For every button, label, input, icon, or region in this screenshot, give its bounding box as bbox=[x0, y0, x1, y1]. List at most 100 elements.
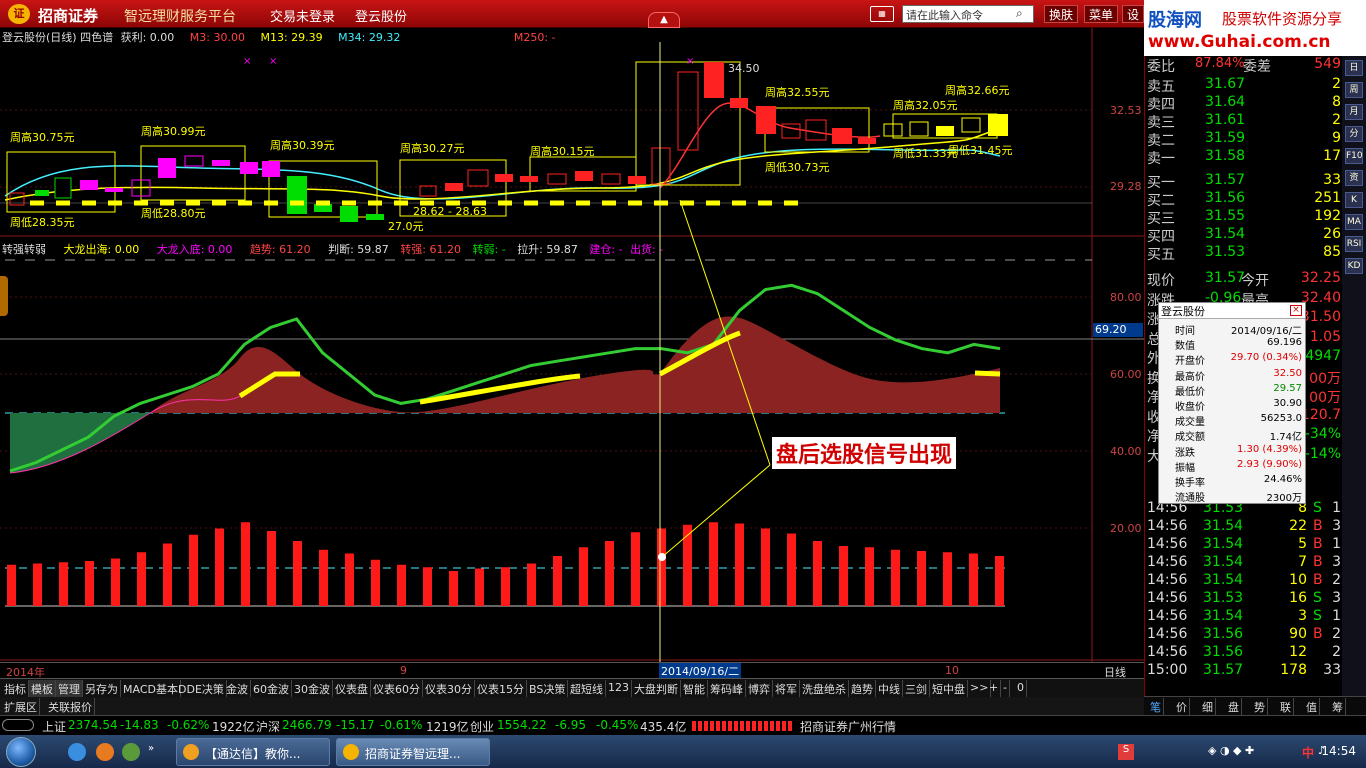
tab-indicator[interactable]: 中线 bbox=[876, 680, 903, 697]
tab-indicator[interactable]: + bbox=[987, 680, 1002, 697]
tab-indicator[interactable]: 三剑 bbox=[903, 680, 930, 697]
tab-related[interactable]: 关联报价 bbox=[46, 698, 95, 715]
tab-indicator[interactable]: DDE决策 bbox=[176, 680, 227, 697]
tab-indicator[interactable]: 仪表30分 bbox=[423, 680, 475, 697]
left-drawer-handle[interactable] bbox=[0, 276, 8, 316]
kline-chart-area[interactable]: 登云股份(日线) 四色谱 获利: 0.00 M3: 30.00 M13: 29.… bbox=[0, 28, 1144, 679]
tick-volume: 90 bbox=[1289, 626, 1307, 642]
tab-indicator[interactable]: 仪表60分 bbox=[371, 680, 423, 697]
volume-bar bbox=[787, 533, 796, 606]
taskbar-app-active[interactable]: 招商证券智远理... bbox=[336, 738, 490, 766]
date-label: 10 bbox=[945, 664, 959, 677]
tab-quote[interactable]: 势 bbox=[1252, 698, 1268, 715]
tab-quote[interactable]: 联 bbox=[1278, 698, 1294, 715]
ime-icon[interactable]: 中 bbox=[1302, 744, 1314, 761]
collapse-toggle-icon[interactable]: ▲ bbox=[648, 12, 680, 28]
osc-red-area bbox=[150, 316, 1000, 413]
start-button[interactable] bbox=[6, 737, 36, 767]
tab-indicator[interactable]: 60金波 bbox=[251, 680, 292, 697]
settings-button[interactable]: 设 bbox=[1122, 5, 1145, 23]
tab-indicator[interactable]: 仪表盘 bbox=[333, 680, 371, 697]
tab-indicator[interactable]: 洗盘绝杀 bbox=[800, 680, 849, 697]
side-tool-icon[interactable]: 月 bbox=[1345, 104, 1363, 120]
app-icon[interactable] bbox=[122, 743, 140, 761]
tab-indicator[interactable]: 趋势 bbox=[849, 680, 876, 697]
side-tool-icon[interactable]: RSI bbox=[1345, 236, 1363, 252]
volume-bar bbox=[761, 528, 770, 606]
popup-label: 成交量 bbox=[1175, 417, 1205, 429]
tab-quote[interactable]: 盘 bbox=[1226, 698, 1242, 715]
week-label: 周高32.05元 bbox=[893, 99, 958, 112]
tab-indicator[interactable]: 将军 bbox=[773, 680, 800, 697]
side-tool-icon[interactable]: MA bbox=[1345, 214, 1363, 230]
tab-indicator[interactable]: 30金波 bbox=[292, 680, 333, 697]
tab-indicator[interactable]: 模板 bbox=[29, 680, 56, 697]
keyboard-icon[interactable]: ▦ bbox=[870, 6, 894, 22]
chevron-icon[interactable]: » bbox=[148, 743, 154, 754]
tab-indicator[interactable]: 金波 bbox=[224, 680, 251, 697]
stock-name-link[interactable]: 登云股份 bbox=[355, 6, 407, 25]
side-tool-icon[interactable]: F10 bbox=[1345, 148, 1363, 164]
data-popup[interactable]: 登云股份 × 时间 2014/09/16/二 数值 69.196 开盘价 29.70 (0… bbox=[1158, 302, 1306, 504]
tab-indicator[interactable]: 管理 bbox=[56, 680, 83, 697]
tab-indicator[interactable]: 短中盘 bbox=[930, 680, 968, 697]
firefox-icon[interactable] bbox=[96, 743, 114, 761]
banner-slogan: 股票软件资源分享 bbox=[1222, 10, 1343, 28]
order-label: 卖五 bbox=[1147, 79, 1175, 95]
stat-label: 现价 bbox=[1147, 273, 1175, 289]
side-tool-icon[interactable]: 日 bbox=[1345, 60, 1363, 76]
trade-login-link[interactable]: 交易未登录 bbox=[270, 6, 335, 25]
tab-indicator[interactable]: 智能 bbox=[681, 680, 708, 697]
tab-indicator[interactable]: 筹码峰 bbox=[708, 680, 746, 697]
tab-indicator[interactable]: 仪表15分 bbox=[475, 680, 527, 697]
side-tool-icon[interactable]: K bbox=[1345, 192, 1363, 208]
tick-row: 15:00 31.57 178 33 bbox=[1145, 662, 1343, 680]
tab-indicator[interactable]: 123 bbox=[606, 680, 632, 697]
tick-count: 2 bbox=[1332, 626, 1341, 642]
stat-value2: 32.40 bbox=[1300, 289, 1341, 306]
tab-quote[interactable]: 价 bbox=[1174, 698, 1190, 715]
popup-row: 成交额 1.74亿 bbox=[1159, 428, 1305, 443]
tab-quote[interactable]: 笔 bbox=[1148, 698, 1164, 715]
order-volume: 192 bbox=[1314, 208, 1341, 224]
skin-button[interactable]: 换肤 bbox=[1044, 5, 1079, 23]
volume-bar bbox=[527, 563, 536, 606]
command-input[interactable]: 请在此输入命令 bbox=[902, 5, 1034, 23]
tab-indicator[interactable]: - bbox=[1001, 680, 1010, 697]
volume-bar bbox=[293, 541, 302, 606]
tab-quote[interactable]: 筹 bbox=[1330, 698, 1346, 715]
tick-side: B bbox=[1313, 518, 1323, 534]
close-icon[interactable]: × bbox=[1290, 305, 1302, 316]
tab-indicator[interactable]: 博弈 bbox=[746, 680, 773, 697]
side-tool-icon[interactable]: KD bbox=[1345, 258, 1363, 274]
order-volume: 9 bbox=[1332, 130, 1341, 146]
volume-bar bbox=[735, 523, 744, 606]
tick-row: 14:56 31.54 22 B 3 bbox=[1145, 518, 1343, 536]
tick-volume: 22 bbox=[1289, 518, 1307, 534]
tick-time: 14:56 bbox=[1147, 554, 1188, 570]
side-tool-icon[interactable]: 资 bbox=[1345, 170, 1363, 186]
tab-indicator[interactable]: 大盘判断 bbox=[632, 680, 681, 697]
status-toggle-icon[interactable] bbox=[2, 719, 34, 731]
tab-indicator[interactable]: MACD基本 bbox=[121, 680, 181, 697]
tab-quote[interactable]: 值 bbox=[1304, 698, 1320, 715]
ie-icon[interactable] bbox=[68, 743, 86, 761]
tab-ext[interactable]: 扩展区 bbox=[2, 698, 40, 715]
taskbar-app[interactable]: 【通达信】教你... bbox=[176, 738, 330, 766]
tray-icons[interactable]: ◈ ◑ ◆ ✚ bbox=[1208, 744, 1254, 757]
search-icon[interactable]: ⌕ bbox=[1016, 6, 1032, 22]
side-tool-icon[interactable]: 分 bbox=[1345, 126, 1363, 142]
tab-indicator[interactable]: 指标 bbox=[2, 680, 29, 697]
tab-indicator[interactable]: 另存为 bbox=[83, 680, 121, 697]
volume-bar bbox=[579, 547, 588, 606]
price-axis-low: 29.28 bbox=[1110, 180, 1142, 193]
tick-volume: 7 bbox=[1298, 554, 1307, 570]
menu-button[interactable]: 菜单 bbox=[1084, 5, 1119, 23]
volume-bar bbox=[163, 543, 172, 606]
side-tool-icon[interactable]: 周 bbox=[1345, 82, 1363, 98]
tab-indicator[interactable]: 超短线 bbox=[568, 680, 606, 697]
tab-indicator[interactable]: BS决策 bbox=[527, 680, 569, 697]
tab-indicator[interactable]: 0 bbox=[1015, 680, 1027, 697]
tab-quote[interactable]: 细 bbox=[1200, 698, 1216, 715]
tray-s-icon[interactable]: S bbox=[1118, 744, 1134, 760]
